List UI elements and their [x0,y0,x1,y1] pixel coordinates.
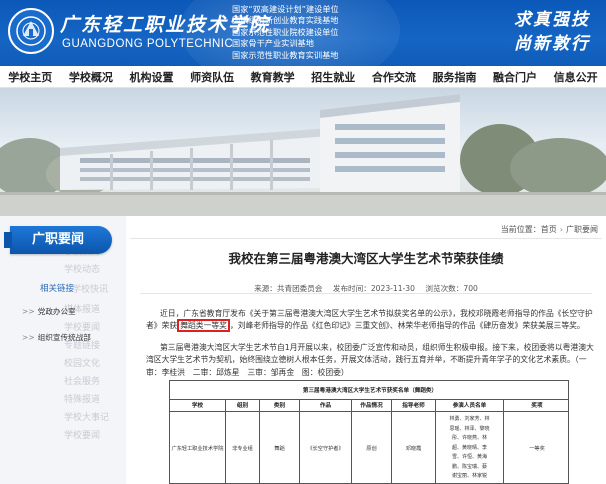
campus-building-image [0,94,606,216]
breadcrumb-divider [130,238,602,239]
meta-time: 发布时间：2023-11-30 [332,284,415,293]
member-line: 思瑶、林泽、黎晓 [449,425,490,432]
table-header-row: 学校 组别 类别 作品 作品情况 指导老师 参演人员名单 奖项 [170,399,568,412]
article-title: 我校在第三届粤港澳大湾区大学生艺术节荣获佳绩 [228,251,504,266]
member-line: 彤、许晓燕、林 [451,435,487,442]
sidebar-ghost-item: 学校要闻 [64,431,101,441]
nav-item-admissions[interactable]: 招生就业 [303,69,364,85]
table-header-cell: 指导老师 [392,400,436,411]
honor-line: 国家示范性职业教育实训基地 [232,49,339,60]
table-header-cell: 类别 [260,400,300,411]
nav-item-departments[interactable]: 机构设置 [121,69,182,85]
honor-line: 国家示范性职业院校建设单位 [232,26,339,37]
breadcrumb-current[interactable]: 广职要闻 [566,225,598,234]
related-links-title: 相关链接 [40,284,75,294]
breadcrumb-separator: › [559,225,563,234]
logo-emblem-icon [16,16,46,46]
sidebar-ghost-item: 校园文化 [64,359,101,369]
nav-item-services[interactable]: 服务指南 [424,69,485,85]
article-meta: 来源：共青团委员会 发布时间：2023-11-30 浏览次数：700 [126,283,606,294]
honor-line: 国家骨干产业实训基地 [232,38,314,49]
sidebar-ghost-item: 学校大事记 [64,413,110,423]
campus-banner [0,88,606,216]
honor-line: 国家级别新创业教育实践基地 [232,15,339,26]
motto-line-2: 尚新敦行 [514,34,590,54]
sidebar-title-wrap: 广职要闻 [0,224,118,256]
table-header-cell: 奖项 [531,403,543,409]
honor-line: 国家“双高建设计划”建设单位 [232,4,339,14]
breadcrumb-prefix: 当前位置： [500,225,541,234]
breadcrumb-home[interactable]: 首页 [541,225,557,234]
member-line: 雪、许恒、黄海 [451,454,487,461]
sidebar-title[interactable]: 广职要闻 [4,226,112,254]
table-header-cell: 组别 [226,400,260,411]
article-paragraph-1: 近日，广东省教育厅发布《关于第三届粤港澳大湾区大学生艺术节拟获奖名单的公示》，我… [146,308,596,333]
nav-item-info[interactable]: 信息公开 [545,69,606,85]
honor-list: 国家“双高建设计划”建设单位 国家级别新创业教育实践基地 国家示范性职业院校建设… [232,4,492,61]
highlighted-award: 舞蹈类一等奖 [177,319,230,333]
nav-item-portal[interactable]: 融合门户 [485,69,546,85]
arrow-icon: >> [22,333,35,342]
sidebar-ghost-item: 学校快讯 [72,285,109,295]
article-area: 当前位置：首页 › 广职要闻 我校在第三届粤港澳大湾区大学生艺术节荣获佳绩 来源：共… [126,216,606,484]
main-nav: 学校主页 学校概况 机构设置 师资队伍 教育教学 招生就业 合作交流 服务指南 … [0,66,606,88]
member-line: 谢宝丽、林家锐 [451,473,487,480]
page: 广东轻工职业技术学院 GUANGDONG POLYTECHNIC 国家“双高建设… [0,0,606,484]
member-line: 鹏、陈宝瑞、蔡 [451,463,487,470]
nav-item-home[interactable]: 学校主页 [0,69,61,85]
nav-item-teaching[interactable]: 教育教学 [242,69,303,85]
school-logo[interactable] [8,8,54,54]
school-motto: 求真强技 尚新敦行 [514,8,590,56]
table-header-cell: 参演人员名单 [436,400,504,411]
meta-source: 来源：共青团委员会 [254,284,323,293]
cell-status: 原创 [352,412,392,483]
related-link-label: 党政办公室 [37,307,76,316]
sidebar-ghost-item: 社会服务 [64,377,101,387]
member-line: 超、黄晓晴、李 [451,444,487,451]
related-link-label: 组织宣传统战部 [37,333,91,342]
table-header-cell: 作品 [300,400,352,411]
meta-views: 浏览次数：700 [425,284,478,293]
site-header: 广东轻工职业技术学院 GUANGDONG POLYTECHNIC 国家“双高建设… [0,0,606,66]
sidebar-title-tab [4,232,12,248]
related-link-office[interactable]: >> 党政办公室 [22,306,76,317]
table-title: 第三届粤港澳大湾区大学生艺术节获奖名单（舞蹈类） [302,388,438,394]
cell-work: 《长空守护者》 [300,412,352,483]
award-table: 第三届粤港澳大湾区大学生艺术节获奖名单（舞蹈类） 学校 组别 类别 作品 作品情… [169,380,569,484]
table-header-cell: 学校 [170,400,226,411]
sidebar-ghost-item: 学校动态 [64,265,101,275]
sidebar-title-text: 广职要闻 [32,232,85,247]
arrow-icon: >> [22,307,35,316]
motto-line-1: 求真强技 [514,10,590,30]
cell-school: 广东轻工职业技术学院 [170,412,226,483]
nav-item-cooperation[interactable]: 合作交流 [364,69,425,85]
para1-text-b: ，刘峰老师指导的作品《红色印记》三重文创》、林荣华老师指导的作品《肆历奋发》荣获… [229,321,585,331]
cell-category: 舞蹈 [260,412,300,483]
cell-members: 林勇、刘家芳、林 思瑶、林泽、黎晓 彤、许晓燕、林 超、黄晓晴、李 雪、许恒、黄… [436,412,504,483]
article-paragraph-2: 第三届粤港澳大湾区大学生艺术节自1月开展以来，校团委广泛宣传和动员，组织师生积极… [146,343,594,377]
nav-item-overview[interactable]: 学校概况 [61,69,122,85]
cell-award: 一等奖 [529,446,545,452]
breadcrumb: 当前位置：首页 › 广职要闻 [501,224,598,235]
nav-item-faculty[interactable]: 师资队伍 [182,69,243,85]
sidebar-ghost-item: 特殊报道 [64,395,101,405]
table-header-cell: 作品情况 [352,400,392,411]
school-name-en: GUANGDONG POLYTECHNIC [62,38,234,50]
table-row: 广东轻工职业技术学院 非专业组 舞蹈 《长空守护者》 原创 邓晓霞 林勇、刘家芳… [170,412,568,483]
member-line: 林勇、刘家芳、林 [449,416,490,423]
cell-teacher: 邓晓霞 [392,412,436,483]
related-link-org[interactable]: >> 组织宣传统战部 [22,332,91,343]
meta-divider [140,293,592,294]
sidebar: 学校新闻 学校动态 学校快讯 媒体报道 学校要闻 专题链接 校园文化 社会服务 … [0,216,126,484]
cell-group: 非专业组 [226,412,260,483]
